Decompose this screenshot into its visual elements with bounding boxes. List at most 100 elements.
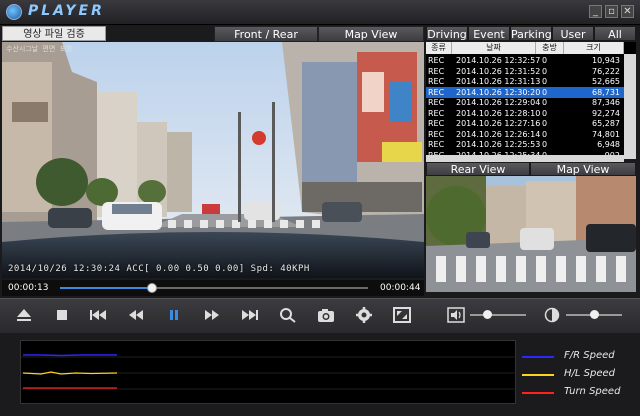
legend-fr-speed-swatch — [522, 356, 554, 358]
tab-rear-map-view[interactable]: Map View — [530, 162, 636, 176]
zoom-icon[interactable] — [278, 306, 298, 324]
cell-date: 2014.10.26 12:31:13 — [456, 77, 541, 86]
cell-impact: 0 — [542, 77, 548, 86]
cell-type: REC — [428, 129, 445, 139]
rear-video-view[interactable] — [426, 176, 636, 292]
app-title: PLAYER — [28, 3, 105, 19]
snapshot-icon[interactable] — [316, 306, 336, 324]
cell-size: 92,274 — [592, 108, 620, 118]
cell-date: 2014.10.26 12:31:52 — [456, 66, 541, 76]
table-row[interactable]: REC 2014.10.26 12:26:14 0 74,801 — [426, 129, 624, 140]
cell-impact: 0 — [542, 129, 548, 139]
skip-forward-icon[interactable] — [240, 306, 260, 324]
column-header-date[interactable]: 날짜 — [452, 42, 536, 54]
column-header-impact[interactable]: 충방 — [536, 42, 564, 54]
legend-turn-speed-swatch — [522, 392, 554, 394]
stop-icon[interactable] — [52, 306, 72, 324]
cell-size: 10,943 — [592, 56, 620, 65]
cell-date: 2014.10.26 12:30:20 — [456, 87, 541, 97]
cell-size: 87,346 — [592, 98, 620, 107]
cell-size: 6,948 — [597, 140, 620, 149]
tab-user[interactable]: User — [552, 26, 594, 41]
legend-turn-speed-label: Turn Speed — [564, 386, 621, 397]
brightness-slider-handle[interactable] — [590, 310, 599, 319]
tab-parking[interactable]: Parking — [510, 26, 552, 41]
tab-event[interactable]: Event — [468, 26, 510, 41]
fullscreen-icon[interactable] — [392, 306, 412, 324]
rewind-icon[interactable] — [126, 306, 146, 324]
tab-driving[interactable]: Driving — [426, 26, 468, 41]
settings-icon[interactable] — [354, 306, 374, 324]
eject-icon[interactable] — [14, 306, 34, 324]
legend-fr-speed-label: F/R Speed — [564, 350, 615, 361]
sensor-graph-plot — [21, 354, 515, 390]
cell-type: REC — [428, 140, 445, 149]
front-camera-scene — [2, 42, 424, 278]
video-info-overlay: 2014/10/26 12:30:24 ACC[ 0.00 0.50 0.00]… — [8, 264, 310, 274]
cell-date: 2014.10.26 12:29:04 — [456, 98, 541, 107]
table-row[interactable]: REC 2014.10.26 12:27:16 0 65,287 — [426, 118, 624, 129]
file-verify-button[interactable]: 영상 파일 검증 — [2, 26, 106, 41]
file-list-table: 종류 날짜 충방 크기 REC 2014.10.26 12:32:57 0 10,94… — [426, 42, 636, 159]
cell-type: REC — [428, 98, 445, 107]
cell-type: REC — [428, 66, 445, 76]
cell-size: 52,665 — [592, 77, 620, 86]
seek-progress — [60, 287, 153, 289]
cell-type: REC — [428, 119, 445, 128]
tab-map-view[interactable]: Map View — [318, 26, 424, 42]
table-row[interactable]: REC 2014.10.26 12:29:04 0 87,346 — [426, 97, 624, 108]
table-vertical-scrollbar[interactable] — [624, 54, 636, 159]
cell-size: 65,287 — [592, 119, 620, 128]
table-row[interactable]: REC 2014.10.26 12:31:52 0 76,222 — [426, 66, 624, 77]
table-row[interactable]: REC 2014.10.26 12:31:13 0 52,665 — [426, 76, 624, 87]
sensor-graph — [20, 340, 516, 404]
cell-type: REC — [428, 77, 445, 86]
video-top-overlay: 수산시그날 편면 포함 — [6, 45, 73, 53]
cell-type: REC — [428, 56, 445, 65]
column-header-type[interactable]: 종류 — [426, 42, 452, 54]
legend-hl-speed-swatch — [522, 374, 554, 376]
tab-front-rear[interactable]: Front / Rear — [214, 26, 318, 42]
close-button[interactable]: ✕ — [621, 5, 634, 18]
app-logo-icon — [6, 4, 22, 20]
cell-size: 76,222 — [592, 66, 620, 76]
cell-date: 2014.10.26 12:26:14 — [456, 129, 541, 139]
minimize-button[interactable]: _ — [589, 5, 602, 18]
brightness-icon[interactable] — [542, 306, 562, 324]
total-time: 00:00:44 — [380, 283, 421, 293]
cell-impact: 0 — [542, 87, 548, 97]
cell-date: 2014.10.26 12:32:57 — [456, 56, 541, 65]
tab-rear-view[interactable]: Rear View — [426, 162, 530, 176]
cell-size: 74,801 — [592, 129, 620, 139]
cell-date: 2014.10.26 12:25:53 — [456, 140, 541, 149]
tab-all[interactable]: All — [594, 26, 636, 41]
maximize-button[interactable]: ▫ — [605, 5, 618, 18]
fr-speed-line — [23, 354, 117, 357]
front-video-view[interactable]: 수산시그날 편면 포함 2014/10/26 12:30:24 ACC[ 0.0… — [2, 42, 424, 278]
cell-size: 68,731 — [592, 87, 620, 97]
legend-hl-speed-label: H/L Speed — [564, 368, 615, 379]
cell-impact: 0 — [542, 119, 548, 128]
cell-impact: 0 — [542, 140, 548, 149]
skip-back-icon[interactable] — [88, 306, 108, 324]
table-row[interactable]: REC 2014.10.26 12:32:57 0 10,943 — [426, 55, 624, 66]
cell-date: 2014.10.26 12:28:10 — [456, 108, 541, 118]
table-row[interactable]: REC 2014.10.26 12:28:10 0 92,274 — [426, 108, 624, 119]
pause-icon[interactable] — [164, 306, 184, 324]
table-row[interactable]: REC 2014.10.26 12:25:53 0 6,948 — [426, 139, 624, 150]
cell-type: REC — [428, 108, 445, 118]
cell-impact: 0 — [542, 98, 548, 107]
table-row[interactable]: REC 2014.10.26 12:30:20 0 68,731 — [426, 86, 624, 98]
volume-slider-track[interactable] — [470, 314, 526, 316]
volume-slider-handle[interactable] — [482, 310, 492, 319]
fast-forward-icon[interactable] — [202, 306, 222, 324]
cell-date: 2014.10.26 12:27:16 — [456, 119, 541, 128]
current-time: 00:00:13 — [8, 283, 49, 293]
cell-impact: 0 — [542, 108, 548, 118]
column-header-size[interactable]: 크기 — [564, 42, 624, 54]
rear-camera-scene — [426, 176, 636, 292]
volume-icon[interactable] — [446, 306, 466, 324]
cell-type: REC — [428, 87, 445, 97]
cell-impact: 0 — [542, 56, 548, 65]
cell-impact: 0 — [542, 66, 548, 76]
